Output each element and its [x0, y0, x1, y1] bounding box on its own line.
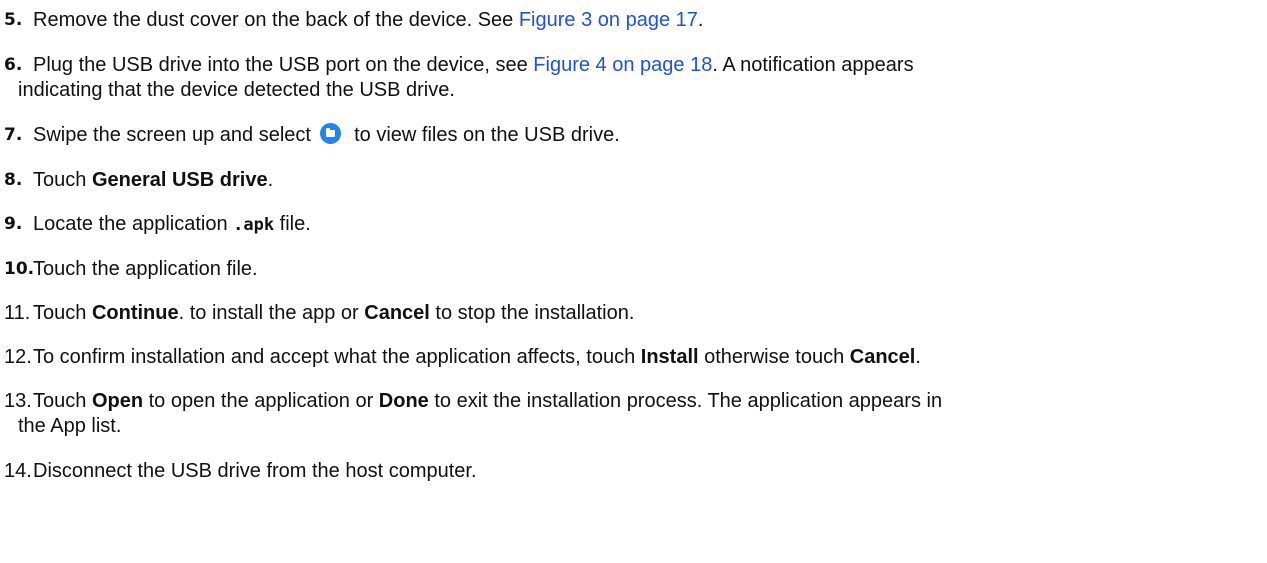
figure-3-link[interactable]: Figure 3 on page 17: [519, 9, 698, 31]
step-text-segment: .: [915, 346, 921, 368]
step-number: 13.: [4, 390, 32, 412]
step-text: To confirm installation and accept what …: [33, 345, 1259, 369]
step-text: Touch Open to open the application or Do…: [33, 389, 1259, 413]
ui-term: Cancel: [364, 302, 430, 324]
step-text-segment: to open the application or: [143, 390, 379, 412]
folder-icon: [319, 123, 341, 144]
ui-term: Continue: [91, 302, 179, 324]
step-text-segment: otherwise touch: [698, 346, 850, 368]
step-text: Touch the application file.: [33, 257, 1259, 281]
step-text-segment: . A notification appears: [712, 54, 914, 76]
ui-term: Cancel: [849, 346, 916, 368]
step-text-segment: Swipe the screen up and select: [33, 124, 311, 146]
ui-term: Done: [378, 390, 429, 412]
step-text: Locate the application .apk file.: [33, 212, 1259, 237]
step-text-segment: . to install the app or: [178, 302, 365, 324]
step-text-segment: file.: [274, 213, 311, 235]
step-text-continuation: indicating that the device detected the …: [18, 79, 455, 101]
step-text-segment: Disconnect the USB drive from the host c…: [33, 460, 477, 482]
step-text-segment: Locate the application: [33, 213, 234, 235]
step-number: 7.: [4, 125, 23, 145]
step-number: 12.: [4, 346, 32, 368]
step-text-segment: .: [267, 169, 274, 191]
step-text: Swipe the screen up and select to view f…: [33, 123, 1259, 147]
step-text-segment: to view files on the USB drive.: [354, 124, 620, 146]
step-text: Plug the USB drive into the USB port on …: [33, 53, 1259, 77]
file-extension: .apk: [233, 215, 275, 235]
step-text-segment: .: [697, 9, 704, 31]
step-number: 10.: [4, 259, 35, 279]
step-text-segment: to exit the installation process. The ap…: [428, 390, 943, 412]
step-text-segment: Touch: [33, 169, 92, 191]
step-text: Disconnect the USB drive from the host c…: [33, 459, 1259, 483]
step-text: Remove the dust cover on the back of the…: [33, 8, 1259, 32]
step-text: Touch General USB drive.: [33, 168, 1259, 192]
step-number: 6.: [4, 55, 23, 75]
step-number: 11.: [4, 302, 31, 324]
step-text-segment: Remove the dust cover on the back of the…: [33, 9, 519, 31]
step-text: Touch Continue. to install the app or Ca…: [33, 301, 1259, 325]
step-text-segment: Touch the application file.: [33, 258, 258, 280]
step-text-segment: To confirm installation and accept what …: [33, 346, 641, 368]
step-text-continuation: the App list.: [18, 415, 122, 437]
step-text-segment: Plug the USB drive into the USB port on …: [33, 54, 534, 76]
ui-term: Install: [640, 346, 699, 368]
step-number: 14.: [4, 460, 32, 482]
ui-term: General USB drive: [91, 169, 268, 191]
step-number: 8.: [4, 170, 23, 190]
step-text-segment: Touch: [33, 390, 92, 412]
step-text-segment: to stop the installation.: [429, 302, 635, 324]
step-number: 5.: [4, 10, 23, 30]
step-text-segment: Touch: [33, 302, 92, 324]
step-number: 9.: [4, 214, 23, 234]
ui-term: Open: [91, 390, 144, 412]
figure-4-link[interactable]: Figure 4 on page 18: [533, 54, 712, 76]
